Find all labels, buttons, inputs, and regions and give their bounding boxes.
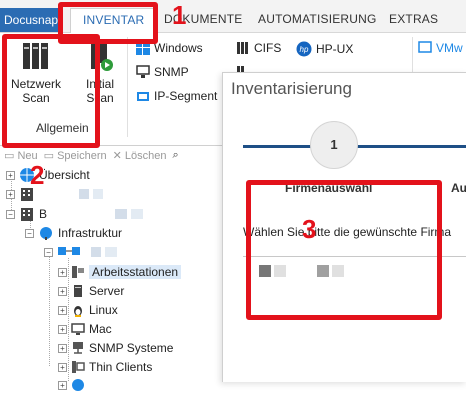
windows-label: Windows: [154, 41, 203, 55]
save-label: Speichern: [57, 149, 107, 162]
vmware-label: VMw: [436, 41, 463, 55]
tree-node-snmp[interactable]: + SNMP Systeme: [58, 339, 173, 357]
building-icon: [21, 208, 33, 221]
expand-toggle[interactable]: +: [58, 286, 67, 296]
expand-toggle[interactable]: +: [58, 380, 67, 390]
delete-label: Löschen: [124, 149, 167, 162]
tree-line: [49, 248, 50, 366]
tree-label-company: B: [39, 207, 48, 221]
tree-label-linux: Linux: [89, 303, 118, 317]
cifs-label: CIFS: [254, 41, 282, 55]
wizard-next-step-label: Au: [451, 181, 466, 195]
annotation-number-3: 3: [302, 214, 317, 244]
app-menu-tab[interactable]: Docusnap: [0, 8, 58, 32]
ip-segment-label: IP-Segment: [154, 89, 218, 103]
tree-node-domain[interactable]: −: [44, 243, 117, 261]
linux-icon: [74, 306, 82, 317]
redacted-text: [105, 247, 117, 257]
collapse-toggle[interactable]: −: [6, 209, 15, 219]
tree-node-company-blurred[interactable]: +: [6, 185, 103, 203]
svg-text:hp: hp: [300, 45, 309, 54]
annotation-box-3: [246, 180, 442, 320]
thin-client-icon: [72, 361, 85, 373]
vmware-button[interactable]: VMw: [418, 41, 463, 55]
tree-node-overview[interactable]: + Übersicht: [6, 166, 90, 184]
collapse-toggle[interactable]: −: [25, 228, 34, 238]
ip-segment-icon: [137, 92, 149, 101]
annotation-number-1: 1: [172, 0, 187, 30]
save-button[interactable]: ▭ Speichern: [44, 149, 107, 162]
hp-ux-button[interactable]: hp HP-UX: [296, 41, 353, 57]
redacted-text: [115, 209, 128, 219]
workstation-icon: [72, 266, 84, 278]
expand-toggle[interactable]: +: [6, 189, 15, 199]
tree-label-snmp: SNMP Systeme: [89, 341, 174, 355]
search-icon[interactable]: ⌕: [173, 149, 179, 162]
tree-node-mac[interactable]: + Mac: [58, 320, 112, 338]
tree-label-infrastructure: Infrastruktur: [58, 226, 123, 240]
collapse-toggle[interactable]: −: [44, 247, 53, 257]
snmp-device-icon: [73, 342, 83, 354]
tree-node-workstations[interactable]: + Arbeitsstationen: [58, 263, 182, 281]
tab-automatisierung[interactable]: AUTOMATISIERUNG: [258, 12, 377, 26]
delete-button[interactable]: ✕ Löschen: [113, 149, 167, 162]
domain-network-icon: [58, 247, 80, 255]
cifs-icon: [237, 42, 248, 54]
server-icon: [74, 285, 82, 297]
redacted-text: [91, 247, 101, 257]
tab-extras[interactable]: EXTRAS: [389, 12, 438, 26]
tree-node-linux[interactable]: + Linux: [58, 301, 118, 319]
redacted-text: [131, 209, 144, 219]
tree-node-server[interactable]: + Server: [58, 282, 124, 300]
monitor-icon: [71, 323, 85, 335]
navigation-tree: + Übersicht + − B − Infrastruktur − + Ar…: [0, 164, 240, 391]
cifs-button[interactable]: CIFS: [236, 41, 281, 55]
tree-node-company[interactable]: − B: [6, 205, 144, 223]
expand-toggle[interactable]: +: [58, 343, 67, 353]
hp-ux-label: HP-UX: [316, 42, 354, 56]
expand-toggle[interactable]: +: [58, 305, 67, 315]
annotation-number-2: 2: [30, 160, 45, 190]
snmp-icon: [136, 65, 150, 78]
tree-label-workstations: Arbeitsstationen: [89, 265, 182, 279]
network-globe-icon: [40, 227, 52, 240]
expand-toggle[interactable]: +: [58, 267, 67, 277]
snmp-button[interactable]: SNMP: [136, 65, 189, 79]
expand-toggle[interactable]: +: [58, 324, 67, 334]
snmp-label: SNMP: [154, 65, 189, 79]
expand-toggle[interactable]: +: [6, 170, 15, 180]
tree-node-more[interactable]: +: [58, 376, 85, 394]
tree-label-mac: Mac: [89, 322, 112, 336]
tree-node-thin-clients[interactable]: + Thin Clients: [58, 358, 152, 376]
dialog-title: Inventarisierung: [231, 79, 352, 98]
globe-icon: [72, 379, 84, 391]
tree-label-overview: Übersicht: [39, 168, 90, 182]
tree-label-thin-clients: Thin Clients: [89, 360, 153, 374]
redacted-text: [79, 189, 89, 199]
ribbon-separator: [127, 37, 128, 137]
tree-label-server: Server: [89, 284, 125, 298]
redacted-text: [93, 189, 103, 199]
hp-logo-icon: hp: [296, 41, 312, 57]
wizard-step-indicator: 1: [310, 121, 358, 169]
expand-toggle[interactable]: +: [58, 362, 67, 372]
annotation-box-2: [2, 34, 100, 148]
ip-segment-button[interactable]: IP-Segment: [136, 89, 217, 103]
vmware-icon: [418, 41, 432, 53]
tree-node-infrastructure[interactable]: − Infrastruktur: [25, 224, 122, 242]
